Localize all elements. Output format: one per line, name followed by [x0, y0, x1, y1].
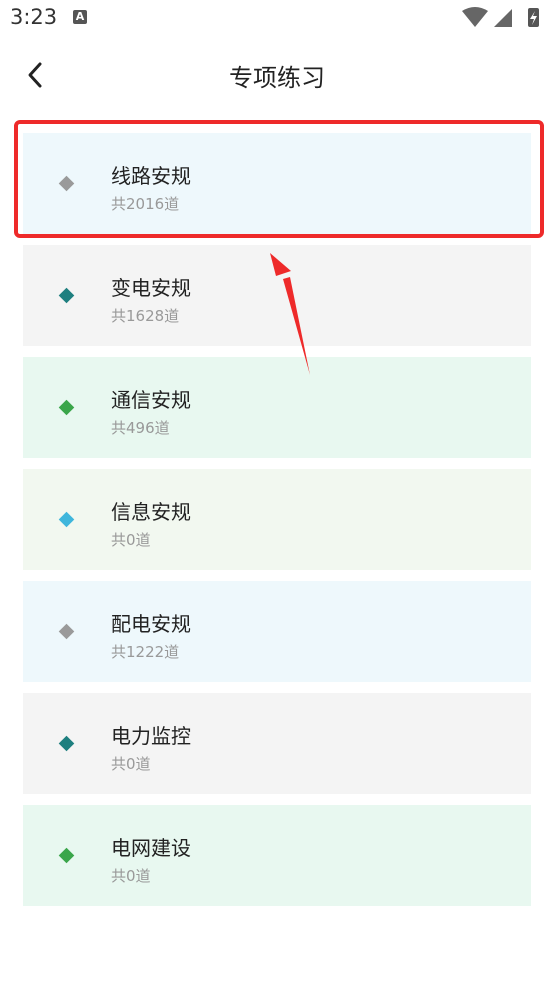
page-title: 专项练习 — [229, 64, 325, 92]
category-item[interactable]: 线路安规 共2016道 — [23, 133, 531, 234]
diamond-icon — [58, 287, 75, 304]
diamond-icon — [58, 623, 75, 640]
category-item[interactable]: 信息安规 共0道 — [23, 469, 531, 570]
notification-a-icon: A — [73, 10, 87, 24]
question-count: 共1222道 — [111, 643, 180, 661]
diamond-icon — [58, 175, 75, 192]
diamond-icon — [58, 399, 75, 416]
category-item[interactable]: 电网建设 共0道 — [23, 805, 531, 906]
signal-icon — [494, 9, 512, 27]
category-item[interactable]: 变电安规 共1628道 — [23, 245, 531, 346]
header-bar: 专项练习 — [0, 38, 554, 112]
status-bar: 3:23 A — [0, 0, 554, 38]
diamond-icon — [58, 511, 75, 528]
category-title: 信息安规 — [111, 500, 191, 524]
question-count: 共0道 — [111, 531, 151, 549]
category-title: 通信安规 — [111, 388, 191, 412]
diamond-icon — [58, 847, 75, 864]
question-count: 共2016道 — [111, 195, 180, 213]
system-icons — [462, 7, 539, 27]
wifi-icon — [462, 7, 488, 27]
practice-category-list: 线路安规 共2016道 变电安规 共1628道 通信安规 共496道 信息安规 … — [23, 133, 531, 917]
question-count: 共0道 — [111, 755, 151, 773]
category-title: 线路安规 — [111, 164, 191, 188]
diamond-icon — [58, 735, 75, 752]
category-title: 电力监控 — [111, 724, 191, 748]
category-item[interactable]: 配电安规 共1222道 — [23, 581, 531, 682]
question-count: 共1628道 — [111, 307, 180, 325]
category-item[interactable]: 电力监控 共0道 — [23, 693, 531, 794]
category-title: 变电安规 — [111, 276, 191, 300]
category-item[interactable]: 通信安规 共496道 — [23, 357, 531, 458]
question-count: 共496道 — [111, 419, 170, 437]
status-time: 3:23 — [10, 5, 58, 29]
category-title: 电网建设 — [111, 836, 191, 860]
question-count: 共0道 — [111, 867, 151, 885]
category-title: 配电安规 — [111, 612, 191, 636]
